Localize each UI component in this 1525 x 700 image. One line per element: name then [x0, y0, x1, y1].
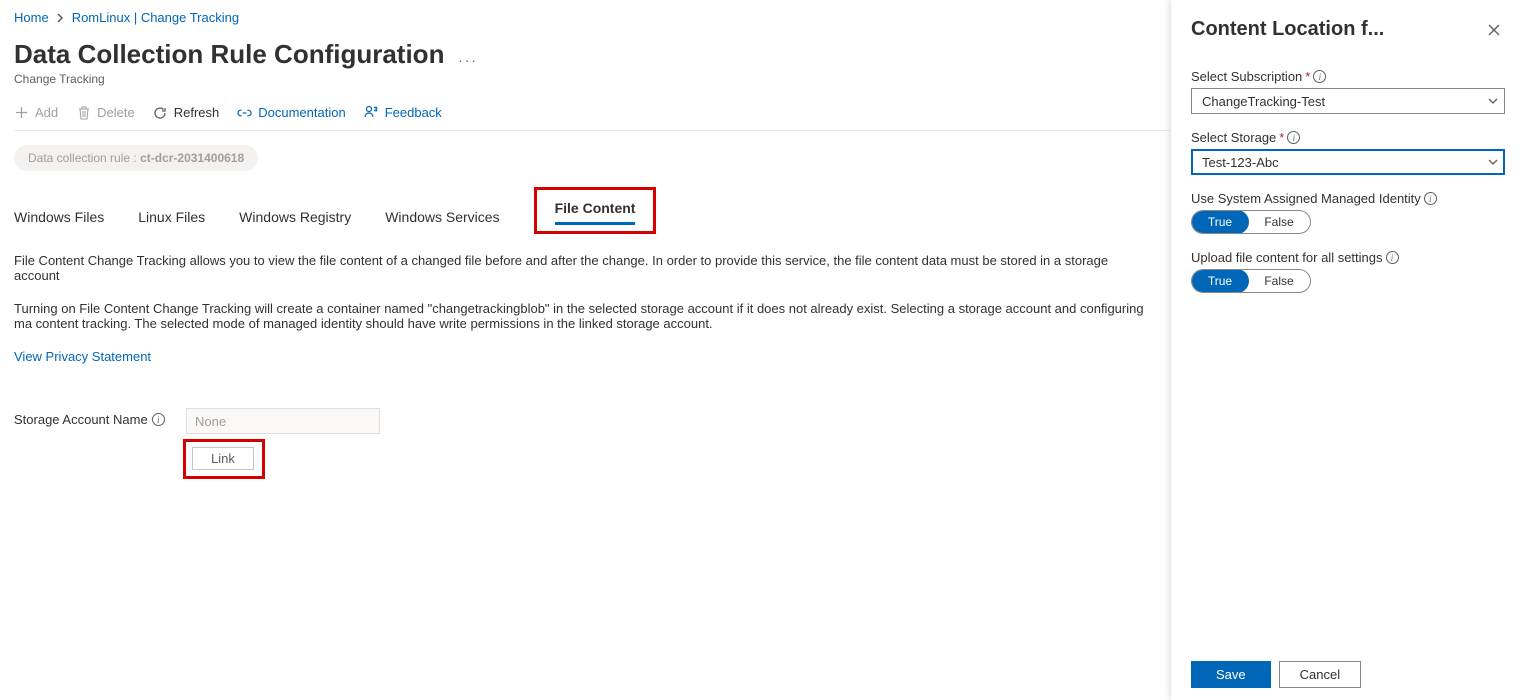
dcr-prefix: Data collection rule : — [28, 151, 137, 165]
chevron-right-icon — [57, 13, 64, 23]
tab-bar: Windows Files Linux Files Windows Regist… — [14, 187, 1170, 231]
feedback-icon — [364, 105, 379, 120]
page-subtitle: Change Tracking — [14, 72, 1170, 86]
add-label: Add — [35, 105, 58, 120]
page-title: Data Collection Rule Configuration — [14, 39, 444, 70]
storage-select-label-text: Select Storage — [1191, 130, 1276, 145]
description-2: Turning on File Content Change Tracking … — [14, 301, 1154, 331]
chevron-down-icon — [1488, 98, 1498, 104]
feedback-label: Feedback — [385, 105, 442, 120]
more-actions-icon[interactable]: ··· — [458, 52, 478, 68]
panel-title: Content Location f... — [1191, 18, 1384, 41]
info-icon[interactable]: i — [1424, 192, 1437, 205]
chevron-down-icon — [1488, 159, 1498, 165]
identity-label-text: Use System Assigned Managed Identity — [1191, 191, 1421, 206]
trash-icon — [76, 105, 91, 120]
required-star: * — [1305, 69, 1310, 84]
cancel-button[interactable]: Cancel — [1279, 661, 1361, 688]
tab-windows-services[interactable]: Windows Services — [385, 209, 499, 231]
identity-toggle-true[interactable]: True — [1191, 210, 1249, 234]
storage-account-label: Storage Account Name i — [14, 408, 174, 427]
dcr-name: ct-dcr-2031400618 — [140, 151, 244, 165]
subscription-select[interactable]: ChangeTracking-Test — [1191, 88, 1505, 114]
tab-windows-files[interactable]: Windows Files — [14, 209, 104, 231]
refresh-icon — [153, 105, 168, 120]
storage-account-label-text: Storage Account Name — [14, 412, 148, 427]
save-button[interactable]: Save — [1191, 661, 1271, 688]
upload-label-text: Upload file content for all settings — [1191, 250, 1383, 265]
panel-footer: Save Cancel — [1171, 651, 1525, 700]
breadcrumb-resource[interactable]: RomLinux | Change Tracking — [72, 10, 239, 25]
breadcrumb: Home RomLinux | Change Tracking — [14, 10, 1170, 25]
delete-button[interactable]: Delete — [76, 105, 135, 120]
refresh-button[interactable]: Refresh — [153, 105, 220, 120]
storage-select[interactable]: Test-123-Abc — [1191, 149, 1505, 175]
add-button[interactable]: Add — [14, 105, 58, 120]
upload-toggle-false[interactable]: False — [1248, 270, 1310, 292]
required-star: * — [1279, 130, 1284, 145]
privacy-statement-link[interactable]: View Privacy Statement — [14, 349, 151, 364]
upload-toggle-true[interactable]: True — [1191, 269, 1249, 293]
link-icon — [237, 105, 252, 120]
storage-select-label: Select Storage * i — [1191, 130, 1505, 145]
upload-label: Upload file content for all settings i — [1191, 250, 1505, 265]
close-icon[interactable] — [1483, 19, 1505, 41]
tab-windows-registry[interactable]: Windows Registry — [239, 209, 351, 231]
tab-file-content[interactable]: File Content — [555, 200, 636, 225]
tab-linux-files[interactable]: Linux Files — [138, 209, 205, 231]
subscription-label: Select Subscription * i — [1191, 69, 1505, 84]
delete-label: Delete — [97, 105, 135, 120]
info-icon[interactable]: i — [1386, 251, 1399, 264]
link-button-highlight: Link — [183, 439, 265, 479]
documentation-label: Documentation — [258, 105, 345, 120]
upload-toggle[interactable]: True False — [1191, 269, 1311, 293]
feedback-link[interactable]: Feedback — [364, 105, 442, 120]
info-icon[interactable]: i — [1287, 131, 1300, 144]
info-icon[interactable]: i — [152, 413, 165, 426]
storage-account-input — [186, 408, 380, 434]
subscription-value: ChangeTracking-Test — [1202, 94, 1325, 109]
content-location-panel: Content Location f... Select Subscriptio… — [1171, 0, 1525, 700]
identity-label: Use System Assigned Managed Identity i — [1191, 191, 1505, 206]
info-icon[interactable]: i — [1313, 70, 1326, 83]
subscription-label-text: Select Subscription — [1191, 69, 1302, 84]
plus-icon — [14, 105, 29, 120]
refresh-label: Refresh — [174, 105, 220, 120]
tab-file-content-highlight: File Content — [534, 187, 657, 234]
dcr-pill: Data collection rule : ct-dcr-2031400618 — [14, 145, 258, 171]
description-1: File Content Change Tracking allows you … — [14, 253, 1154, 283]
identity-toggle[interactable]: True False — [1191, 210, 1311, 234]
storage-select-value: Test-123-Abc — [1202, 155, 1279, 170]
identity-toggle-false[interactable]: False — [1248, 211, 1310, 233]
link-button[interactable]: Link — [192, 447, 254, 470]
breadcrumb-home[interactable]: Home — [14, 10, 49, 25]
documentation-link[interactable]: Documentation — [237, 105, 345, 120]
command-bar: Add Delete Refresh Documentation Feedbac… — [14, 100, 1170, 131]
